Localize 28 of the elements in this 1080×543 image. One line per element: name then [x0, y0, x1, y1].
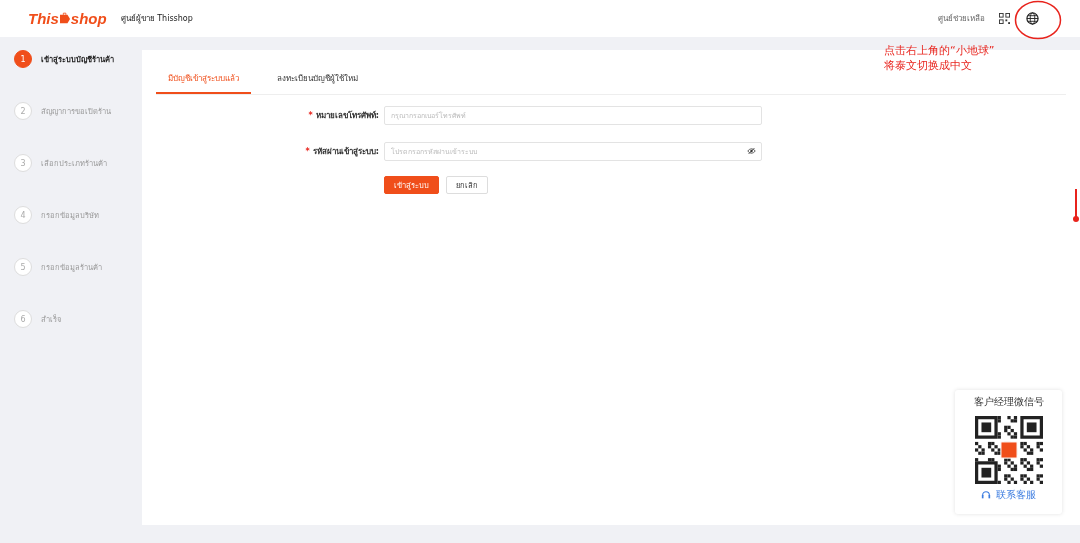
annotation-text: 将泰文切换成中文: [884, 58, 973, 73]
qr-code: [974, 416, 1043, 484]
required-mark: *: [305, 147, 310, 156]
step-number: 2: [14, 102, 32, 120]
contact-service-link[interactable]: 联系客服: [981, 488, 1036, 502]
annotation-text: 点击右上角的“小地球”: [884, 43, 995, 58]
bag-icon: [59, 11, 70, 26]
contact-service-label[interactable]: 联系客服: [996, 488, 1036, 502]
field-label: รหัสผ่านเข้าสู่ระบบ:: [312, 147, 379, 156]
tab[interactable]: ลงทะเบียนบัญชีผู้ใช้ใหม่: [265, 67, 370, 94]
field-label: หมายเลขโทรศัพท์:: [315, 111, 379, 120]
globe-icon[interactable]: [1026, 12, 1039, 25]
step-number: 6: [14, 310, 32, 328]
step-number: 3: [14, 154, 32, 172]
header-title: ศูนย์ผู้ขาย Thisshop: [120, 13, 193, 25]
step-number: 5: [14, 258, 32, 276]
required-mark: *: [308, 111, 313, 120]
highlight-circle: [1014, 0, 1062, 40]
step-number: 4: [14, 206, 32, 224]
qr-card-title: 客户经理微信号: [973, 395, 1044, 409]
eye-slash-icon[interactable]: [747, 147, 756, 155]
qr-code-icon[interactable]: [999, 13, 1010, 24]
help-link[interactable]: ศูนย์ช่วยเหลือ: [938, 12, 985, 25]
scroll-marker-icon: [1073, 189, 1079, 223]
tab[interactable]: มีบัญชีเข้าสู่ระบบแล้ว: [156, 67, 251, 94]
step-number: 1: [14, 50, 32, 68]
logo: This shop: [28, 10, 107, 27]
headset-icon: [981, 490, 991, 500]
